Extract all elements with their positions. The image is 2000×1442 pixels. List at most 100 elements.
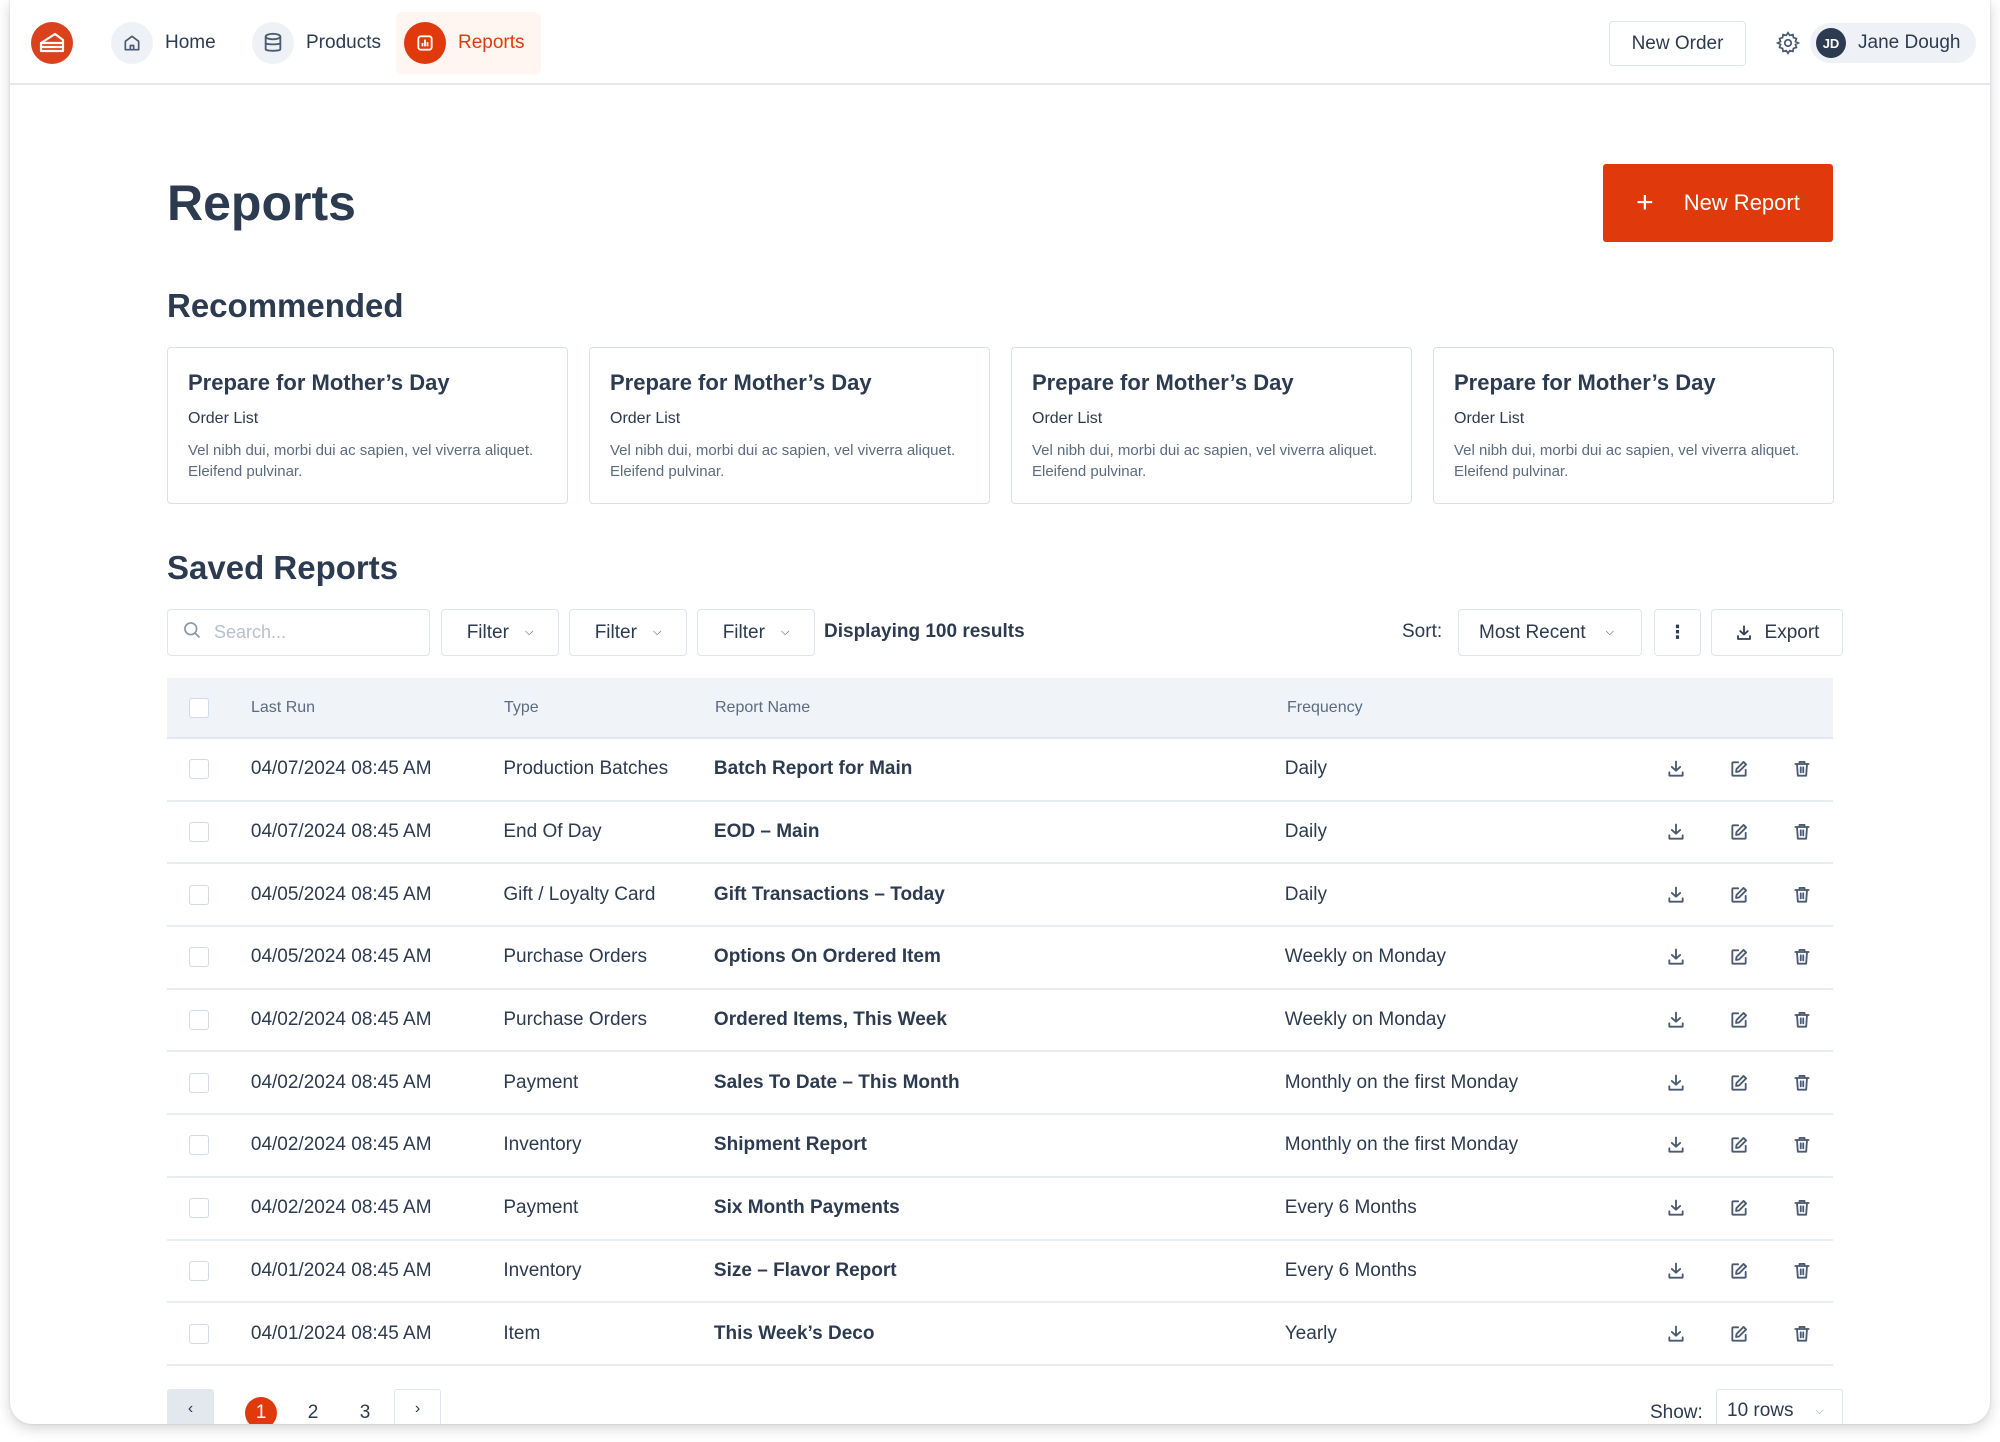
more-options-button[interactable]: ⋮ — [1654, 609, 1701, 656]
table-row[interactable]: 04/02/2024 08:45 AM Payment Sales To Date … — [167, 1052, 1833, 1116]
cell-report-name[interactable]: Sales To Date – This Month — [714, 1072, 1285, 1094]
row-checkbox[interactable] — [189, 884, 209, 905]
download-icon[interactable] — [1644, 1073, 1707, 1093]
trash-icon[interactable] — [1770, 885, 1833, 905]
nav-item-products[interactable]: Products — [244, 12, 393, 74]
column-header-type[interactable]: Type — [504, 699, 715, 717]
row-checkbox[interactable] — [189, 1072, 209, 1093]
recommended-card[interactable]: Prepare for Mother’s Day Order List Vel … — [1011, 347, 1412, 504]
table-row[interactable]: 04/02/2024 08:45 AM Payment Six Month Paym… — [167, 1178, 1833, 1241]
download-icon[interactable] — [1644, 885, 1707, 905]
filter-dropdown-2[interactable]: Filter ⌵ — [569, 609, 687, 656]
trash-icon[interactable] — [1770, 1010, 1833, 1030]
trash-icon[interactable] — [1770, 1324, 1833, 1344]
database-icon — [252, 22, 294, 64]
trash-icon[interactable] — [1770, 1135, 1833, 1155]
row-checkbox[interactable] — [189, 822, 209, 843]
edit-icon[interactable] — [1707, 1198, 1770, 1218]
cell-report-name[interactable]: EOD – Main — [714, 821, 1285, 843]
row-checkbox[interactable] — [189, 1323, 209, 1344]
page-title: Reports — [167, 175, 356, 231]
page-button-1[interactable]: 1 — [245, 1397, 277, 1424]
table-row[interactable]: 04/05/2024 08:45 AM Purchase Orders Option… — [167, 927, 1833, 990]
download-icon[interactable] — [1644, 1010, 1707, 1030]
edit-icon[interactable] — [1707, 1073, 1770, 1093]
gear-icon[interactable] — [1775, 30, 1801, 61]
trash-icon[interactable] — [1770, 1261, 1833, 1281]
row-checkbox[interactable] — [189, 1260, 209, 1281]
recommended-card[interactable]: Prepare for Mother’s Day Order List Vel … — [589, 347, 990, 504]
edit-icon[interactable] — [1707, 1135, 1770, 1155]
cell-report-name[interactable]: Batch Report for Main — [714, 758, 1285, 780]
download-icon[interactable] — [1644, 1261, 1707, 1281]
trash-icon[interactable] — [1770, 822, 1833, 842]
edit-icon[interactable] — [1707, 885, 1770, 905]
cake-slice-logo[interactable] — [31, 22, 73, 64]
table-row[interactable]: 04/07/2024 08:45 AM Production Batches Bat… — [167, 739, 1833, 802]
recommended-card[interactable]: Prepare for Mother’s Day Order List Vel … — [1433, 347, 1834, 504]
saved-reports-title: Saved Reports — [167, 549, 399, 586]
edit-icon[interactable] — [1707, 947, 1770, 967]
sort-value: Most Recent — [1479, 621, 1586, 643]
cell-last-run: 04/01/2024 08:45 AM — [250, 1322, 432, 1344]
cell-report-name[interactable]: Shipment Report — [714, 1134, 1285, 1156]
download-icon[interactable] — [1644, 947, 1707, 967]
download-icon[interactable] — [1644, 1135, 1707, 1155]
trash-icon[interactable] — [1770, 759, 1833, 779]
trash-icon[interactable] — [1770, 1073, 1833, 1093]
table-row[interactable]: 04/01/2024 08:45 AM Inventory Size – Flavo… — [167, 1241, 1833, 1304]
column-header-report-name[interactable]: Report Name — [715, 699, 1287, 717]
new-report-button[interactable]: + New Report — [1603, 164, 1833, 242]
page-button-2[interactable]: 2 — [297, 1397, 329, 1424]
edit-icon[interactable] — [1707, 1010, 1770, 1030]
edit-icon[interactable] — [1707, 822, 1770, 842]
column-header-last-run[interactable]: Last Run — [251, 699, 504, 717]
trash-icon[interactable] — [1770, 947, 1833, 967]
nav-item-reports[interactable]: Reports — [396, 12, 541, 74]
rows-per-page-dropdown[interactable]: 10 rows ⌵ — [1716, 1389, 1843, 1424]
download-icon[interactable] — [1644, 759, 1707, 779]
new-order-button[interactable]: New Order — [1609, 21, 1746, 66]
cell-report-name[interactable]: Ordered Items, This Week — [714, 1009, 1285, 1031]
next-page-button[interactable]: › — [394, 1389, 441, 1424]
table-row[interactable]: 04/05/2024 08:45 AM Gift / Loyalty Card Gi… — [167, 864, 1833, 928]
download-icon[interactable] — [1644, 1324, 1707, 1344]
cell-report-name[interactable]: Options On Ordered Item — [714, 946, 1285, 968]
download-icon[interactable] — [1644, 1198, 1707, 1218]
trash-icon[interactable] — [1770, 1198, 1833, 1218]
download-icon[interactable] — [1644, 822, 1707, 842]
cell-frequency: Every 6 Months — [1284, 1259, 1417, 1281]
cell-report-name[interactable]: Size – Flavor Report — [714, 1260, 1285, 1282]
cell-type: Payment — [503, 1071, 579, 1093]
page-button-3[interactable]: 3 — [349, 1397, 381, 1424]
row-checkbox[interactable] — [189, 759, 209, 780]
row-checkbox[interactable] — [189, 1010, 209, 1031]
row-checkbox[interactable] — [189, 1135, 209, 1156]
row-checkbox[interactable] — [189, 1198, 209, 1219]
cell-report-name[interactable]: Gift Transactions – Today — [714, 884, 1285, 906]
edit-icon[interactable] — [1707, 759, 1770, 779]
filter-dropdown-1[interactable]: Filter ⌵ — [441, 609, 559, 656]
table-row[interactable]: 04/02/2024 08:45 AM Purchase Orders Ordere… — [167, 990, 1833, 1053]
previous-page-button[interactable]: ‹ — [167, 1389, 214, 1424]
table-row[interactable]: 04/07/2024 08:45 AM End Of Day EOD – Main D… — [167, 802, 1833, 865]
filter-dropdown-3[interactable]: Filter ⌵ — [697, 609, 815, 656]
column-header-frequency[interactable]: Frequency — [1287, 699, 1647, 717]
edit-icon[interactable] — [1707, 1324, 1770, 1344]
table-row[interactable]: 04/01/2024 08:45 AM Item This Week’s Deco Y… — [167, 1303, 1833, 1366]
nav-item-home[interactable]: Home — [103, 12, 228, 74]
cell-report-name[interactable]: Six Month Payments — [714, 1197, 1285, 1219]
cell-report-name[interactable]: This Week’s Deco — [714, 1323, 1285, 1345]
recommended-card[interactable]: Prepare for Mother’s Day Order List Vel … — [167, 347, 568, 504]
edit-icon[interactable] — [1707, 1261, 1770, 1281]
nav-item-label: Products — [306, 32, 381, 53]
cell-type: Inventory — [503, 1259, 582, 1281]
select-all-checkbox[interactable] — [189, 697, 209, 718]
row-checkbox[interactable] — [189, 947, 209, 968]
sort-dropdown[interactable]: Most Recent ⌵ — [1458, 609, 1642, 656]
card-subtitle: Order List — [610, 410, 681, 427]
table-row[interactable]: 04/02/2024 08:45 AM Inventory Shipment Rep… — [167, 1115, 1833, 1178]
user-menu[interactable]: JD Jane Dough — [1810, 23, 1977, 63]
export-button[interactable]: Export — [1711, 609, 1843, 656]
search-input[interactable] — [214, 622, 414, 643]
